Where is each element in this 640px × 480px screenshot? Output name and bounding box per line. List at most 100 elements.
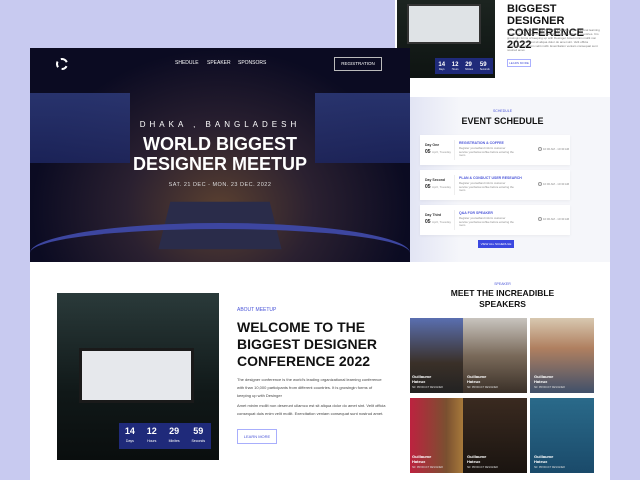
registration-button[interactable]: REGISTRATION — [334, 57, 382, 71]
about-text-small: The designer conference is the world's l… — [507, 28, 602, 52]
speaker-name: Guillaume Hateux — [412, 374, 432, 384]
hero-title: WORLD BIGGEST DESIGNER MEETUP — [30, 134, 410, 174]
session-desc: Register yourselfand inform customer ser… — [459, 216, 514, 227]
about-paragraph-1: The designer conference is the world's l… — [237, 377, 382, 398]
speaker-role: SR. PRODUCT DESIGNER — [412, 466, 443, 469]
about-section-preview: 14 Days 12 Hours 29 Minites 59 Seconds BIGGE… — [395, 0, 610, 97]
clock-icon — [538, 217, 542, 222]
day: Day Third — [425, 213, 442, 217]
u: Seconds — [191, 439, 206, 443]
schedule-card[interactable]: Day Second 05 April, Tuesday PLAN & COND… — [420, 170, 570, 200]
countdown-hours: 12 Hours — [147, 426, 157, 446]
schedule-card[interactable]: Day One 05 April, Tuesday REGISTRATION &… — [420, 135, 570, 165]
speaker-role: SR. PRODUCT DESIGNER — [534, 466, 565, 469]
speaker-role: SR. PRODUCT DESIGNER — [534, 386, 565, 389]
learn-more-button-small[interactable]: LEARN MORE — [507, 59, 531, 67]
v: 29 — [169, 426, 180, 436]
u: Hours — [451, 67, 459, 71]
countdown-days: 14 Days — [125, 426, 135, 446]
speaker-role: SR. PRODUCT DESIGNER — [467, 466, 498, 469]
speaker-name: Guillaume Hateux — [467, 374, 487, 384]
u: Seconds — [479, 67, 490, 71]
v: 12 — [146, 426, 157, 436]
speaker-card[interactable]: Guillaume Hateux SR. PRODUCT DESIGNER — [463, 398, 527, 473]
ds: April, Tuesday — [431, 220, 451, 224]
ds: April, Tuesday — [431, 150, 451, 154]
about-paragraph-2: Amet minim mollit non deserunt ullamco e… — [237, 403, 386, 416]
cd-days: 14 Days — [438, 62, 445, 71]
cd-sec: 59 Seconds — [480, 62, 490, 71]
session-time: 10:00 AM - 10:30 AM — [538, 147, 570, 152]
speaker-card[interactable]: Guillaume Hateux SR. PRODUCT DESIGNER — [463, 318, 527, 393]
speakers-title: MEET THE INCREADIBLE SPEAKERS — [395, 288, 610, 310]
session-time: 10:00 AM - 10:30 AM — [538, 182, 570, 187]
nav-speaker[interactable]: SPEAKER — [207, 60, 231, 66]
schedule-label: SCHEDULE — [492, 109, 513, 113]
schedule-title: EVENT SCHEDULE — [461, 116, 544, 126]
speaker-name: Guillaume Hateux — [534, 374, 554, 384]
t: 10:00 AM - 10:30 AM — [543, 147, 570, 151]
nav-sponsors[interactable]: SPONSORS — [238, 60, 266, 66]
speaker-card[interactable]: Guillaume Hateux SR. PRODUCT DESIGNER — [530, 398, 594, 473]
t: 10:00 AM - 10:30 AM — [543, 217, 570, 221]
v: 14 — [124, 426, 135, 436]
l1: WORLD BIGGEST — [143, 134, 297, 154]
view-all-schedule-button[interactable]: VIEW ALL SCHEDULE — [478, 240, 514, 248]
speaker-role: SR. PRODUCT DESIGNER — [467, 386, 498, 389]
about-photo: 14 Days 12 Hours 29 Minites 59 Seconds — [57, 293, 219, 460]
u: Hours — [147, 439, 157, 443]
countdown-small: 14 Days 12 Hours 29 Minites 59 Seconds — [435, 58, 493, 74]
balcony-rail — [30, 223, 410, 263]
nav-schedule[interactable]: SHEDULE — [175, 60, 199, 66]
v: 12 — [451, 61, 459, 68]
learn-more-button[interactable]: LEARN MORE — [237, 429, 277, 444]
date: 05 April, Tuesday — [425, 219, 451, 225]
countdown-timer: 14 Days 12 Hours 29 Minites 59 Seconds — [119, 423, 211, 449]
l2: SPEAKERS — [479, 299, 526, 309]
speaker-name: Guillaume Hateux — [412, 454, 432, 464]
cd-hours: 12 Hours — [452, 62, 459, 71]
session-title: REGISTRATION & COFFEE — [459, 141, 504, 145]
schedule-card[interactable]: Day Third 05 April, Tuesday Q&A FOR SPEA… — [420, 205, 570, 235]
about-title: WELCOME TO THE BIGGEST DESIGNER CONFEREN… — [237, 319, 378, 369]
date: 05 April, Tuesday — [425, 149, 451, 155]
l1: MEET THE INCREADIBLE — [450, 288, 555, 298]
speaker-role: SR. PRODUCT DESIGNER — [412, 386, 443, 389]
d: 05 — [425, 149, 431, 155]
page-preview-main: SHEDULE SPEAKER SPONSORS REGISTRATION DH… — [30, 48, 410, 480]
v: 59 — [193, 426, 204, 436]
u: Days — [125, 439, 134, 443]
v: 29 — [465, 61, 472, 68]
u: Days — [438, 67, 445, 71]
l2: DESIGNER MEETUP — [132, 154, 308, 174]
session-title: Q&A FOR SPEAKER — [459, 211, 493, 215]
divider — [454, 140, 455, 160]
v: 14 — [438, 61, 446, 68]
divider — [454, 175, 455, 195]
ds: April, Tuesday — [431, 185, 451, 189]
session-title: PLAN & CONDUCT USER RESEARCH — [459, 176, 522, 180]
hero-location: DHAKA , BANGLADESH — [139, 120, 301, 129]
clock-icon — [538, 147, 542, 152]
hero-dates: SAT. 21 DEC - MON. 23 DEC. 2022 — [168, 182, 272, 188]
projector-screen — [79, 348, 194, 403]
session-desc: Register yourselfand inform customer ser… — [459, 181, 514, 192]
t: 10:00 AM - 10:30 AM — [543, 182, 570, 186]
u: Minites — [465, 67, 474, 71]
d: 05 — [425, 184, 431, 190]
page-preview-right: 14 Days 12 Hours 29 Minites 59 Seconds BIGGE… — [395, 0, 610, 480]
day: Day Second — [425, 178, 446, 182]
about-label: ABOUT MEETUP — [237, 307, 277, 313]
event-schedule-section: SCHEDULE EVENT SCHEDULE Day One 05 April… — [395, 97, 610, 262]
speaker-name: Guillaume Hateux — [467, 454, 487, 464]
d: 05 — [425, 219, 431, 225]
conference-photo: 14 Days 12 Hours 29 Minites 59 Seconds — [397, 0, 495, 78]
logo-icon[interactable] — [56, 58, 68, 70]
u: Minites — [168, 439, 180, 443]
day: Day One — [425, 143, 440, 147]
speaker-card[interactable]: Guillaume Hateux SR. PRODUCT DESIGNER — [530, 318, 594, 393]
countdown-minutes: 29 Minites — [169, 426, 180, 446]
session-time: 10:00 AM - 10:30 AM — [538, 217, 570, 222]
speaker-name: Guillaume Hateux — [534, 454, 554, 464]
projector-screen — [407, 4, 481, 44]
